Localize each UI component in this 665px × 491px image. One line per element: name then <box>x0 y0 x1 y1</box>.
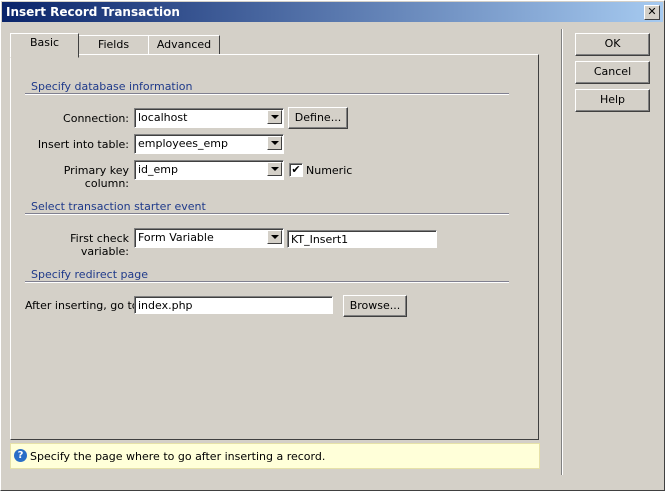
insert-table-label: Insert into table: <box>37 138 129 151</box>
insert-table-select[interactable]: employees_emp <box>134 134 284 154</box>
check-variable-type-value: Form Variable <box>138 231 214 244</box>
title-bar[interactable]: Insert Record Transaction ✕ <box>2 2 663 22</box>
after-insert-label: After inserting, go to: <box>25 299 143 312</box>
browse-button[interactable]: Browse... <box>343 295 407 317</box>
section-divider <box>25 281 509 283</box>
chevron-down-icon[interactable] <box>267 136 282 150</box>
section-heading-redirect: Specify redirect page <box>31 268 148 281</box>
help-tip-bar: ? Specify the page where to go after ins… <box>10 443 540 469</box>
redirect-page-input[interactable]: index.php <box>134 296 333 314</box>
check-variable-label: First check variable: <box>70 232 129 258</box>
check-variable-type-select[interactable]: Form Variable <box>134 228 284 248</box>
help-button[interactable]: Help <box>575 89 650 112</box>
connection-value: localhost <box>138 111 188 124</box>
section-heading-starter: Select transaction starter event <box>31 200 206 213</box>
chevron-down-icon[interactable] <box>267 110 282 124</box>
insert-table-value: employees_emp <box>138 137 228 150</box>
tab-advanced-label: Advanced <box>156 38 212 51</box>
numeric-label: Numeric <box>306 164 353 177</box>
chevron-down-icon[interactable] <box>267 230 282 244</box>
cancel-button-label: Cancel <box>593 65 632 78</box>
tab-fields[interactable]: Fields <box>78 35 149 56</box>
question-icon: ? <box>14 449 27 462</box>
tab-basic[interactable]: Basic <box>10 33 79 58</box>
numeric-checkbox[interactable]: ✔ <box>289 163 303 177</box>
section-divider <box>25 213 509 215</box>
cancel-button[interactable]: Cancel <box>575 61 650 84</box>
help-button-label: Help <box>599 93 626 106</box>
basic-panel: Specify database information Connection:… <box>10 54 539 440</box>
dialog-window: Insert Record Transaction ✕ Basic Fields… <box>0 0 665 491</box>
ok-button[interactable]: OK <box>575 33 650 56</box>
primary-key-label: Primary key column: <box>63 164 129 190</box>
vertical-separator <box>561 29 563 475</box>
primary-key-value: id_emp <box>138 163 179 176</box>
ok-button-label: OK <box>604 37 621 50</box>
check-variable-name-input[interactable]: KT_Insert1 <box>287 230 437 248</box>
primary-key-select[interactable]: id_emp <box>134 160 284 180</box>
define-button-label: Define... <box>294 111 342 124</box>
define-button[interactable]: Define... <box>288 107 348 129</box>
section-heading-database: Specify database information <box>31 80 193 93</box>
connection-label: Connection: <box>63 112 129 125</box>
window-title: Insert Record Transaction <box>6 5 180 19</box>
redirect-page-value: index.php <box>138 299 193 312</box>
tab-basic-label: Basic <box>29 36 60 49</box>
close-icon[interactable]: ✕ <box>644 5 660 20</box>
tab-advanced[interactable]: Advanced <box>148 35 220 56</box>
check-variable-name-value: KT_Insert1 <box>291 233 349 246</box>
tab-fields-label: Fields <box>97 38 130 51</box>
help-tip-text: Specify the page where to go after inser… <box>30 450 326 463</box>
connection-select[interactable]: localhost <box>134 108 284 128</box>
chevron-down-icon[interactable] <box>267 162 282 176</box>
browse-button-label: Browse... <box>349 299 401 312</box>
section-divider <box>25 93 509 95</box>
